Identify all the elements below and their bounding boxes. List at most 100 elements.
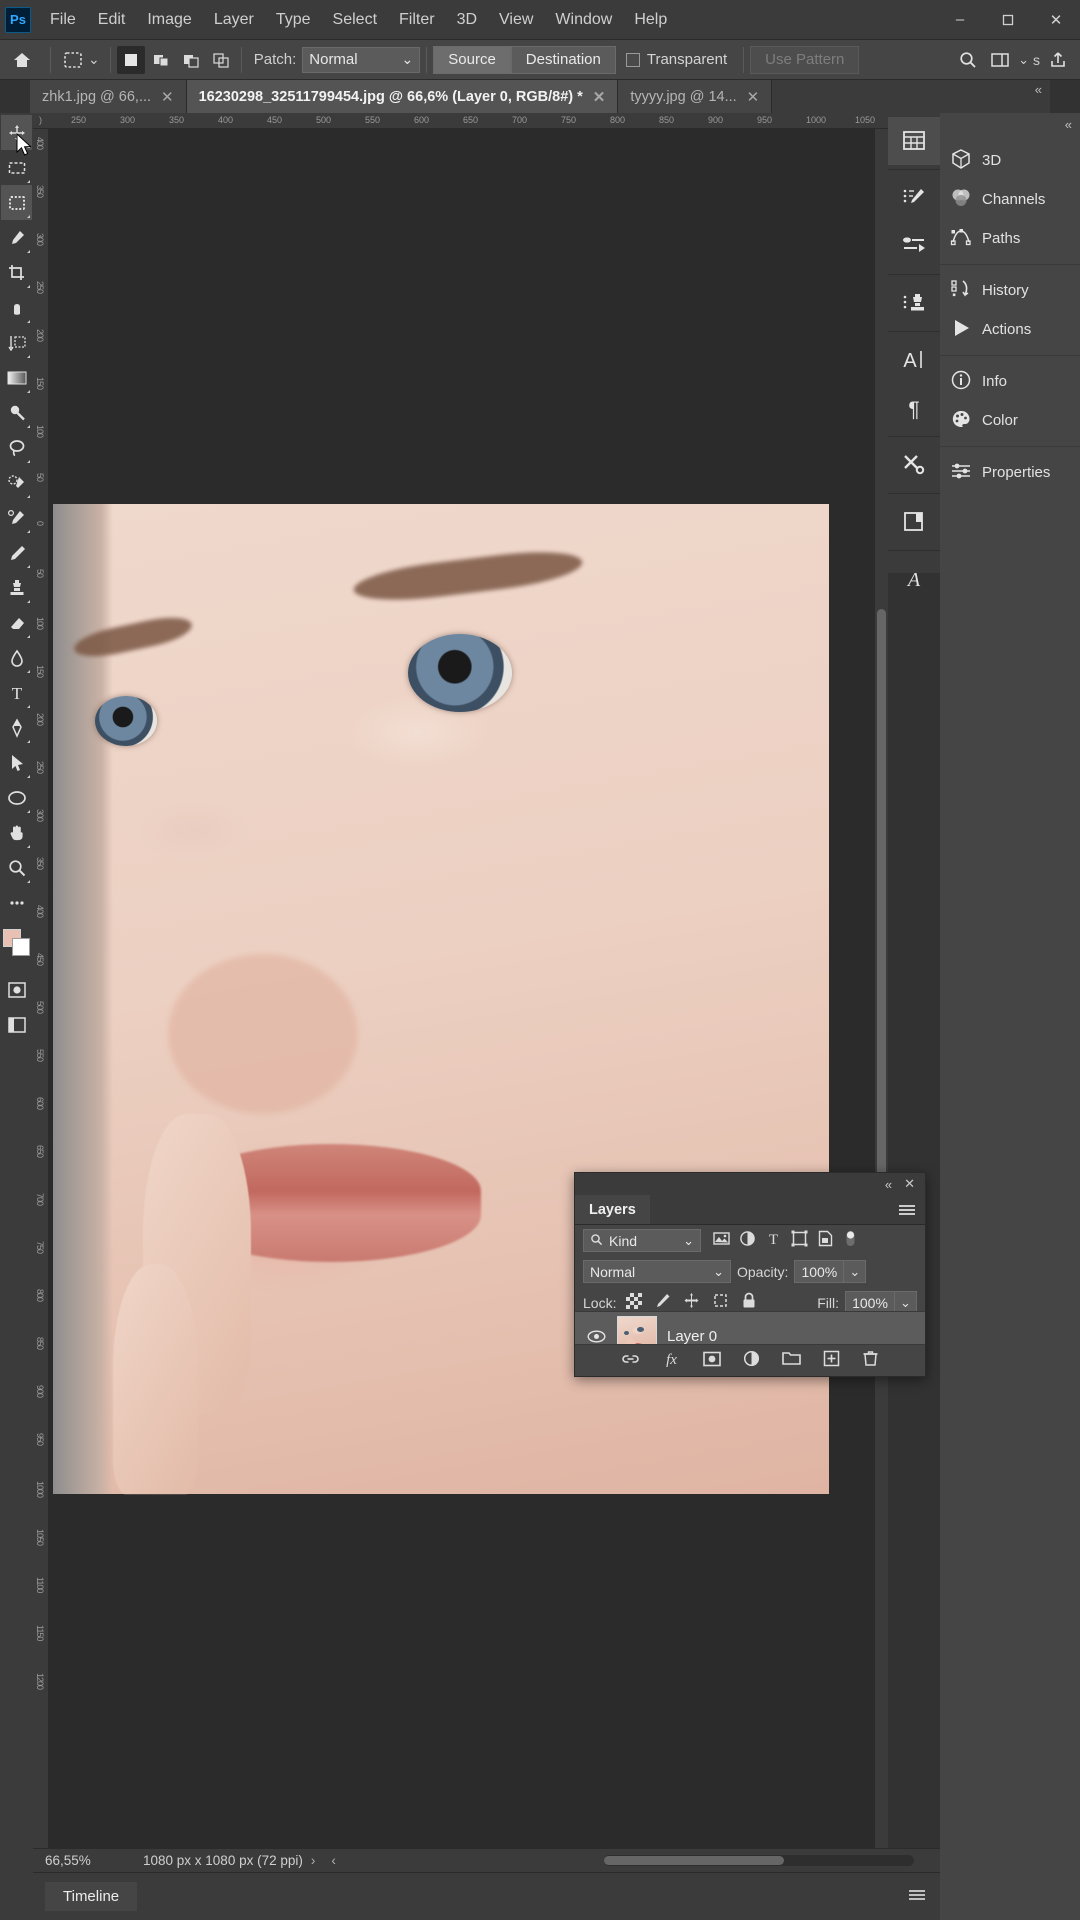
menu-filter[interactable]: Filter <box>388 0 446 40</box>
character-icon[interactable]: A <box>888 336 940 384</box>
gradient-tool[interactable] <box>1 360 32 395</box>
menu-view[interactable]: View <box>488 0 544 40</box>
tab-layers[interactable]: Layers <box>575 1195 650 1224</box>
new-group-icon[interactable] <box>782 1351 801 1370</box>
layer-comps-icon[interactable] <box>888 498 940 546</box>
shape-layers-filter-icon[interactable] <box>791 1230 808 1251</box>
spot-healing-brush-tool[interactable] <box>1 395 32 430</box>
adjustments-icon[interactable] <box>888 441 940 489</box>
color-replacement-tool[interactable] <box>1 500 32 535</box>
panel-item-paths[interactable]: Paths <box>940 219 1080 258</box>
background-color-swatch[interactable] <box>11 938 30 956</box>
patch-source-button[interactable]: Source <box>433 45 511 74</box>
intersect-selection-icon[interactable] <box>207 46 235 74</box>
document-tab-tyyyy[interactable]: tyyyy.jpg @ 14... ✕ <box>618 80 773 113</box>
link-layers-icon[interactable] <box>621 1352 640 1370</box>
close-button[interactable]: ✕ <box>1032 0 1080 40</box>
brush-tool[interactable] <box>1 535 32 570</box>
menu-help[interactable]: Help <box>623 0 678 40</box>
clone-stamp-tool[interactable] <box>1 570 32 605</box>
move-tool[interactable] <box>1 115 32 150</box>
lock-artboard-nesting-icon[interactable] <box>712 1292 729 1313</box>
rectangular-marquee-tool[interactable] <box>1 150 32 185</box>
layers-collapse-icon[interactable]: « <box>885 1177 892 1192</box>
pen-tool[interactable] <box>1 710 32 745</box>
document-tab-zhk1[interactable]: zhk1.jpg @ 66,... ✕ <box>30 80 187 113</box>
panel-item-channels[interactable]: Channels <box>940 180 1080 219</box>
ellipse-tool[interactable] <box>1 780 32 815</box>
filter-toggle-switch[interactable] <box>843 1229 858 1252</box>
new-adjustment-layer-icon[interactable] <box>743 1350 760 1371</box>
eyedropper-tool[interactable] <box>1 220 32 255</box>
crop-tool[interactable] <box>1 255 32 290</box>
layers-close-icon[interactable]: ✕ <box>904 1176 915 1192</box>
status-prev-arrow[interactable]: ‹ <box>323 1853 344 1868</box>
blend-mode-select[interactable]: Normal ⌄ <box>583 1260 731 1283</box>
color-swatches[interactable] <box>2 928 32 958</box>
add-to-selection-icon[interactable] <box>147 46 175 74</box>
blur-tool[interactable] <box>1 640 32 675</box>
lasso-tool[interactable] <box>1 430 32 465</box>
canvas-vertical-scroll-thumb[interactable] <box>877 609 886 1209</box>
new-selection-icon[interactable] <box>116 45 145 74</box>
close-icon[interactable]: ✕ <box>747 88 760 106</box>
opacity-stepper-caret[interactable]: ⌄ <box>844 1260 867 1283</box>
search-icon[interactable] <box>954 46 982 74</box>
eraser-tool[interactable] <box>1 605 32 640</box>
type-mask-tool[interactable] <box>1 325 32 360</box>
share-icon[interactable] <box>1044 46 1072 74</box>
status-next-arrow[interactable]: › <box>303 1853 324 1868</box>
paragraph-icon[interactable]: ¶ <box>888 384 940 432</box>
canvas-area[interactable] <box>49 129 888 1872</box>
layer-name[interactable]: Layer 0 <box>667 1328 717 1345</box>
workspace-caret[interactable]: ⌄ <box>1018 52 1029 68</box>
document-tab-active[interactable]: 16230298_32511799454.jpg @ 66,6% (Layer … <box>186 80 619 113</box>
panel-item-actions[interactable]: Actions <box>940 310 1080 349</box>
object-selection-tool[interactable] <box>1 185 32 220</box>
maximize-button[interactable] <box>984 0 1032 40</box>
lock-position-icon[interactable] <box>683 1292 700 1313</box>
horizontal-type-tool[interactable]: T <box>1 675 32 710</box>
brush-settings-icon[interactable] <box>888 174 940 222</box>
frame-tool[interactable] <box>1 290 32 325</box>
smart-object-filter-icon[interactable] <box>817 1230 834 1251</box>
panel-menu-icon[interactable] <box>898 1195 925 1224</box>
zoom-tool[interactable] <box>1 850 32 885</box>
patch-destination-button[interactable]: Destination <box>510 45 616 74</box>
tab-timeline[interactable]: Timeline <box>45 1882 138 1911</box>
panel-item-properties[interactable]: Properties <box>940 453 1080 492</box>
transparent-checkbox-row[interactable]: Transparent <box>616 51 737 68</box>
menu-image[interactable]: Image <box>136 0 202 40</box>
panel-item-color[interactable]: Color <box>940 401 1080 440</box>
right-panel-collapse-icon[interactable]: « <box>940 113 1080 135</box>
lock-all-icon[interactable] <box>741 1292 757 1313</box>
tool-preset-picker[interactable]: ⌄ <box>57 48 104 72</box>
patch-tool[interactable] <box>1 465 32 500</box>
lock-image-pixels-icon[interactable] <box>654 1292 671 1313</box>
patch-mode-select[interactable]: Normal ⌄ <box>302 46 421 73</box>
type-layers-filter-icon[interactable]: T <box>765 1230 782 1251</box>
horizontal-scrollbar[interactable] <box>604 1855 914 1866</box>
add-layer-style-icon[interactable]: fx <box>662 1350 681 1371</box>
close-icon[interactable]: ✕ <box>161 88 174 106</box>
panel-item-3d[interactable]: 3D <box>940 141 1080 180</box>
layer-filter-kind-select[interactable]: Kind ⌄ <box>583 1229 701 1252</box>
delete-layer-icon[interactable] <box>862 1350 879 1371</box>
quick-mask-icon[interactable] <box>1 972 32 1007</box>
edit-toolbar-button[interactable] <box>1 885 32 920</box>
home-icon[interactable] <box>0 50 44 70</box>
menu-type[interactable]: Type <box>265 0 322 40</box>
brush-presets-icon[interactable] <box>888 222 940 270</box>
eye-icon[interactable] <box>585 1329 607 1343</box>
menu-select[interactable]: Select <box>322 0 388 40</box>
subtract-from-selection-icon[interactable] <box>177 46 205 74</box>
transparent-checkbox[interactable] <box>625 52 640 67</box>
panel-menu-icon[interactable] <box>908 1888 940 1906</box>
clone-source-icon[interactable] <box>888 279 940 327</box>
zoom-level[interactable]: 66,55% <box>33 1853 125 1868</box>
menu-3d[interactable]: 3D <box>446 0 488 40</box>
panel-item-history[interactable]: History <box>940 271 1080 310</box>
layers-list[interactable]: Layer 0 <box>575 1311 925 1360</box>
glyphs-icon[interactable]: A <box>888 555 940 603</box>
horizontal-scroll-thumb[interactable] <box>604 1856 784 1865</box>
